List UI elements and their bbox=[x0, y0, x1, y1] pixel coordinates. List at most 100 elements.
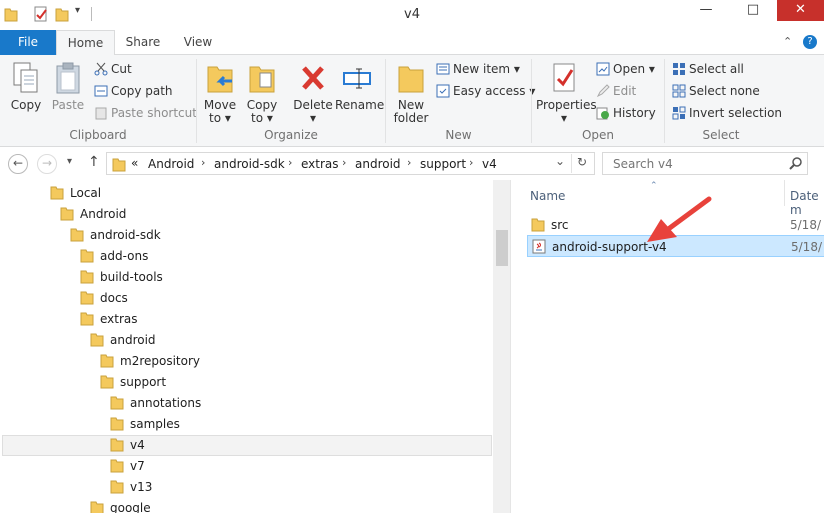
tree-item-add-ons[interactable]: add-ons bbox=[80, 246, 148, 267]
tree-item-label: v13 bbox=[130, 480, 153, 494]
easy-access-button[interactable]: Easy access ▾ bbox=[436, 82, 535, 100]
search-icon[interactable] bbox=[789, 156, 803, 173]
new-item-button[interactable]: New item ▾ bbox=[436, 60, 520, 78]
up-button[interactable]: ↑ bbox=[88, 154, 100, 170]
select-none-button[interactable]: Select none bbox=[672, 82, 760, 100]
rename-button[interactable]: Rename bbox=[335, 61, 384, 112]
address-bar[interactable]: « Android › android-sdk › extras › andro… bbox=[106, 152, 595, 175]
history-button[interactable]: History bbox=[596, 104, 656, 122]
edit-button[interactable]: Edit bbox=[596, 82, 636, 100]
tab-view[interactable]: View bbox=[172, 30, 224, 55]
breadcrumb-android[interactable]: Android bbox=[148, 157, 194, 171]
tree-item-v4[interactable]: v4 bbox=[110, 435, 145, 456]
new-folder-button[interactable]: New folder bbox=[390, 61, 432, 125]
folder-icon bbox=[110, 396, 124, 410]
invert-selection-button[interactable]: Invert selection bbox=[672, 104, 782, 122]
tree-item-google[interactable]: google bbox=[90, 498, 151, 513]
breadcrumb-overflow[interactable]: « bbox=[131, 156, 138, 170]
forward-button[interactable]: → bbox=[37, 154, 57, 174]
new-folder-label-2: folder bbox=[393, 111, 429, 125]
easy-access-icon bbox=[436, 84, 450, 98]
breadcrumb-separator[interactable]: › bbox=[201, 156, 205, 169]
tree-item-annotations[interactable]: annotations bbox=[110, 393, 201, 414]
cut-button[interactable]: Cut bbox=[94, 60, 132, 78]
column-divider[interactable] bbox=[784, 180, 785, 206]
minimize-button[interactable]: — bbox=[683, 0, 729, 21]
help-icon[interactable]: ? bbox=[803, 35, 817, 49]
navigation-pane[interactable]: Local Android android-sdk add-ons build-… bbox=[0, 180, 510, 513]
maximize-button[interactable]: □ bbox=[730, 0, 776, 21]
paste-button[interactable]: Paste bbox=[48, 61, 88, 112]
file-name: src bbox=[551, 218, 569, 232]
back-button[interactable]: ← bbox=[8, 154, 28, 174]
copy-button[interactable]: Copy bbox=[6, 61, 46, 112]
properties-button[interactable]: Properties ▾ bbox=[536, 61, 597, 125]
tree-item-label: build-tools bbox=[100, 270, 163, 284]
copy-path-button[interactable]: Copy path bbox=[94, 82, 173, 100]
tree-item-label: m2repository bbox=[120, 354, 201, 368]
jar-file-icon bbox=[532, 239, 546, 254]
column-header-date[interactable]: Date m bbox=[790, 189, 824, 217]
new-item-label: New item ▾ bbox=[453, 62, 520, 76]
collapse-ribbon-icon[interactable]: ⌃ bbox=[783, 35, 792, 48]
move-to-icon bbox=[207, 66, 233, 93]
ribbon: Copy Paste Cut Copy path Paste shortcut … bbox=[0, 55, 824, 147]
tab-file[interactable]: File bbox=[0, 30, 56, 55]
breadcrumb-v4[interactable]: v4 bbox=[482, 157, 497, 171]
file-list[interactable]: ⌃ Name Date m src 5/18/ android-support-… bbox=[511, 180, 824, 513]
recent-locations-icon[interactable]: ▾ bbox=[67, 156, 72, 167]
tree-item-label: Local bbox=[70, 186, 102, 200]
copy-label: Copy bbox=[10, 98, 42, 112]
paste-shortcut-label: Paste shortcut bbox=[111, 106, 197, 120]
tree-item-label: android bbox=[110, 333, 156, 347]
search-box[interactable] bbox=[602, 152, 808, 175]
tree-item-support[interactable]: support bbox=[100, 372, 166, 393]
folder-icon bbox=[50, 186, 64, 200]
folder-icon bbox=[100, 375, 114, 389]
selected-tree-row bbox=[2, 435, 492, 456]
tree-item-android[interactable]: Android bbox=[60, 204, 126, 225]
breadcrumb-support[interactable]: support bbox=[420, 157, 466, 171]
tree-item-android-extras[interactable]: android bbox=[90, 330, 156, 351]
move-to-button[interactable]: Move to ▾ bbox=[200, 61, 240, 125]
copy-to-button[interactable]: Copy to ▾ bbox=[242, 61, 282, 125]
tree-item-local[interactable]: Local bbox=[50, 183, 101, 204]
tree-item-extras[interactable]: extras bbox=[80, 309, 138, 330]
tree-item-v13[interactable]: v13 bbox=[110, 477, 152, 498]
breadcrumb-separator[interactable]: › bbox=[469, 156, 473, 169]
breadcrumb-android-2[interactable]: android bbox=[355, 157, 401, 171]
tab-share[interactable]: Share bbox=[116, 30, 170, 55]
column-header-name[interactable]: Name bbox=[530, 189, 565, 203]
address-dropdown-icon[interactable]: ⌄ bbox=[555, 154, 565, 168]
folder-icon bbox=[80, 249, 94, 263]
tree-item-build-tools[interactable]: build-tools bbox=[80, 267, 163, 288]
select-all-button[interactable]: Select all bbox=[672, 60, 744, 78]
open-button[interactable]: Open ▾ bbox=[596, 60, 655, 78]
breadcrumb-separator[interactable]: › bbox=[407, 156, 411, 169]
tree-scrollbar-thumb[interactable] bbox=[496, 230, 508, 266]
breadcrumb-separator[interactable]: › bbox=[342, 156, 346, 169]
paste-shortcut-button[interactable]: Paste shortcut bbox=[94, 104, 197, 122]
tree-item-label: samples bbox=[130, 417, 180, 431]
delete-label: Delete bbox=[293, 98, 333, 112]
select-all-label: Select all bbox=[689, 62, 744, 76]
delete-button[interactable]: Delete ▾ bbox=[292, 61, 334, 125]
tree-item-docs[interactable]: docs bbox=[80, 288, 128, 309]
tree-item-samples[interactable]: samples bbox=[110, 414, 180, 435]
folder-icon bbox=[80, 291, 94, 305]
breadcrumb-android-sdk[interactable]: android-sdk bbox=[214, 157, 285, 171]
close-button[interactable]: ✕ bbox=[777, 0, 824, 21]
search-input[interactable] bbox=[613, 156, 783, 171]
select-group-label: Select bbox=[702, 128, 740, 142]
tree-item-android-sdk[interactable]: android-sdk bbox=[70, 225, 161, 246]
folder-icon bbox=[90, 501, 104, 513]
copy-to-label-2: to ▾ bbox=[251, 111, 273, 125]
refresh-icon[interactable]: ↻ bbox=[577, 155, 587, 169]
tab-home[interactable]: Home bbox=[56, 30, 115, 56]
folder-icon bbox=[531, 218, 545, 232]
breadcrumb-separator[interactable]: › bbox=[288, 156, 292, 169]
breadcrumb-extras[interactable]: extras bbox=[301, 157, 339, 171]
tree-item-v7[interactable]: v7 bbox=[110, 456, 145, 477]
tree-item-m2repository[interactable]: m2repository bbox=[100, 351, 200, 372]
tree-item-label: v7 bbox=[130, 459, 145, 473]
